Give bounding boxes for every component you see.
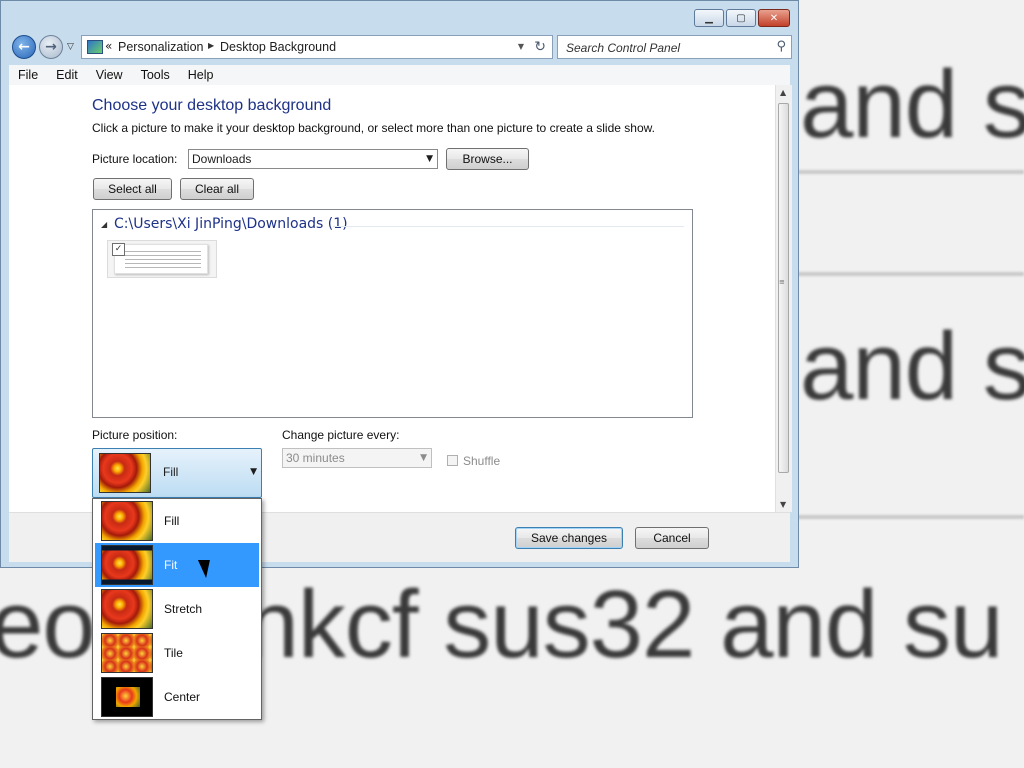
recent-pages-button[interactable]: ▽ <box>67 42 74 52</box>
title-bar[interactable]: ▁ ▢ ✕ <box>1 1 798 35</box>
breadcrumb-overflow[interactable]: « <box>105 39 112 53</box>
navigation-bar: ← → ▽ « Personalization ▶ Desktop Backgr… <box>9 33 792 61</box>
fill-thumbnail-icon <box>101 501 153 541</box>
select-all-button[interactable]: Select all <box>93 178 172 200</box>
collapse-group-icon[interactable]: ◢ <box>101 220 107 229</box>
tile-thumbnail-icon <box>101 633 153 673</box>
shuffle-checkbox <box>447 455 458 466</box>
scroll-down-icon[interactable]: ▼ <box>780 500 786 509</box>
forward-button[interactable]: → <box>39 35 63 59</box>
stretch-thumbnail-icon <box>101 589 153 629</box>
change-picture-value: 30 minutes <box>286 451 345 465</box>
close-icon: ✕ <box>769 12 779 24</box>
browse-button[interactable]: Browse... <box>446 148 529 170</box>
fill-thumbnail-icon <box>99 453 151 493</box>
position-option-label: Fit <box>164 558 178 572</box>
scroll-up-icon[interactable]: ▲ <box>780 88 786 97</box>
position-option-stretch[interactable]: Stretch <box>95 587 259 631</box>
search-input[interactable] <box>560 38 768 58</box>
forward-arrow-icon: → <box>45 39 57 55</box>
fit-thumbnail-icon <box>101 545 153 585</box>
control-panel-icon <box>87 40 103 54</box>
scrollbar-grip-icon: ≡ <box>779 278 785 286</box>
background-text: and su <box>800 51 1024 158</box>
menu-bar: File Edit View Tools Help <box>9 65 790 86</box>
picture-thumbnail[interactable]: ✓ <box>107 240 217 278</box>
picture-location-value: Downloads <box>192 152 252 166</box>
menu-view[interactable]: View <box>87 68 132 82</box>
control-panel-window: ▁ ▢ ✕ ← → ▽ « Personalization ▶ Desktop … <box>0 0 799 568</box>
refresh-icon[interactable]: ↻ <box>534 39 546 55</box>
gallery-group-header[interactable]: C:\Users\Xi JinPing\Downloads (1) <box>114 216 348 232</box>
breadcrumb-separator-icon[interactable]: ▶ <box>208 41 214 50</box>
page-title: Choose your desktop background <box>92 97 332 114</box>
picture-location-label: Picture location: <box>92 152 178 166</box>
content-pane: Choose your desktop background Click a p… <box>9 85 792 512</box>
position-option-label: Fill <box>164 514 180 528</box>
position-option-label: Tile <box>164 646 183 660</box>
picture-gallery[interactable]: ◢ C:\Users\Xi JinPing\Downloads (1) ✓ <box>92 209 693 418</box>
chevron-down-icon: ▼ <box>250 467 257 477</box>
address-dropdown-icon[interactable]: ▼ <box>518 42 524 51</box>
search-icon[interactable]: ⚲ <box>776 39 786 54</box>
change-picture-select: 30 minutes ▼ <box>282 448 432 468</box>
vertical-scrollbar[interactable]: ▲ ≡ ▼ <box>775 85 792 512</box>
scrollbar-thumb[interactable] <box>778 103 789 473</box>
minimize-icon: ▁ <box>705 12 713 24</box>
center-thumbnail-icon <box>101 677 153 717</box>
breadcrumb-desktop-background[interactable]: Desktop Background <box>220 40 336 54</box>
menu-tools[interactable]: Tools <box>132 68 179 82</box>
change-picture-label: Change picture every: <box>282 428 400 442</box>
save-changes-button[interactable]: Save changes <box>515 527 623 549</box>
position-option-center[interactable]: Center <box>95 675 259 719</box>
screenshot-thumbnail-image <box>114 244 208 274</box>
picture-location-select[interactable]: Downloads ▼ <box>188 149 438 169</box>
chevron-down-icon: ▼ <box>426 154 433 164</box>
menu-help[interactable]: Help <box>179 68 223 82</box>
picture-position-dropdown-list: Fill Fit Stretch Tile Center <box>92 498 262 720</box>
shuffle-label: Shuffle <box>463 454 501 468</box>
back-arrow-icon: ← <box>18 39 30 55</box>
picture-position-value: Fill <box>163 465 179 479</box>
back-button[interactable]: ← <box>12 35 36 59</box>
picture-position-select[interactable]: Fill ▼ <box>92 448 262 498</box>
address-bar[interactable]: « Personalization ▶ Desktop Background ▼… <box>81 35 553 59</box>
page-description: Click a picture to make it your desktop … <box>92 121 655 135</box>
picture-position-label: Picture position: <box>92 428 178 442</box>
chevron-down-icon: ▼ <box>420 453 427 463</box>
position-option-tile[interactable]: Tile <box>95 631 259 675</box>
position-option-fill[interactable]: Fill <box>95 499 259 543</box>
maximize-icon: ▢ <box>736 12 746 24</box>
maximize-button[interactable]: ▢ <box>726 9 756 27</box>
minimize-button[interactable]: ▁ <box>694 9 724 27</box>
position-option-fit[interactable]: Fit <box>95 543 259 587</box>
group-divider <box>333 226 684 227</box>
menu-file[interactable]: File <box>9 68 47 82</box>
breadcrumb-personalization[interactable]: Personalization <box>118 40 203 54</box>
position-option-label: Stretch <box>164 602 203 616</box>
picture-checkbox[interactable]: ✓ <box>112 243 125 256</box>
position-option-label: Center <box>164 690 201 704</box>
menu-edit[interactable]: Edit <box>47 68 87 82</box>
search-box[interactable]: ⚲ <box>557 35 792 59</box>
close-button[interactable]: ✕ <box>758 9 790 27</box>
clear-all-button[interactable]: Clear all <box>180 178 254 200</box>
cancel-button[interactable]: Cancel <box>635 527 709 549</box>
background-text: and su <box>800 313 1024 420</box>
